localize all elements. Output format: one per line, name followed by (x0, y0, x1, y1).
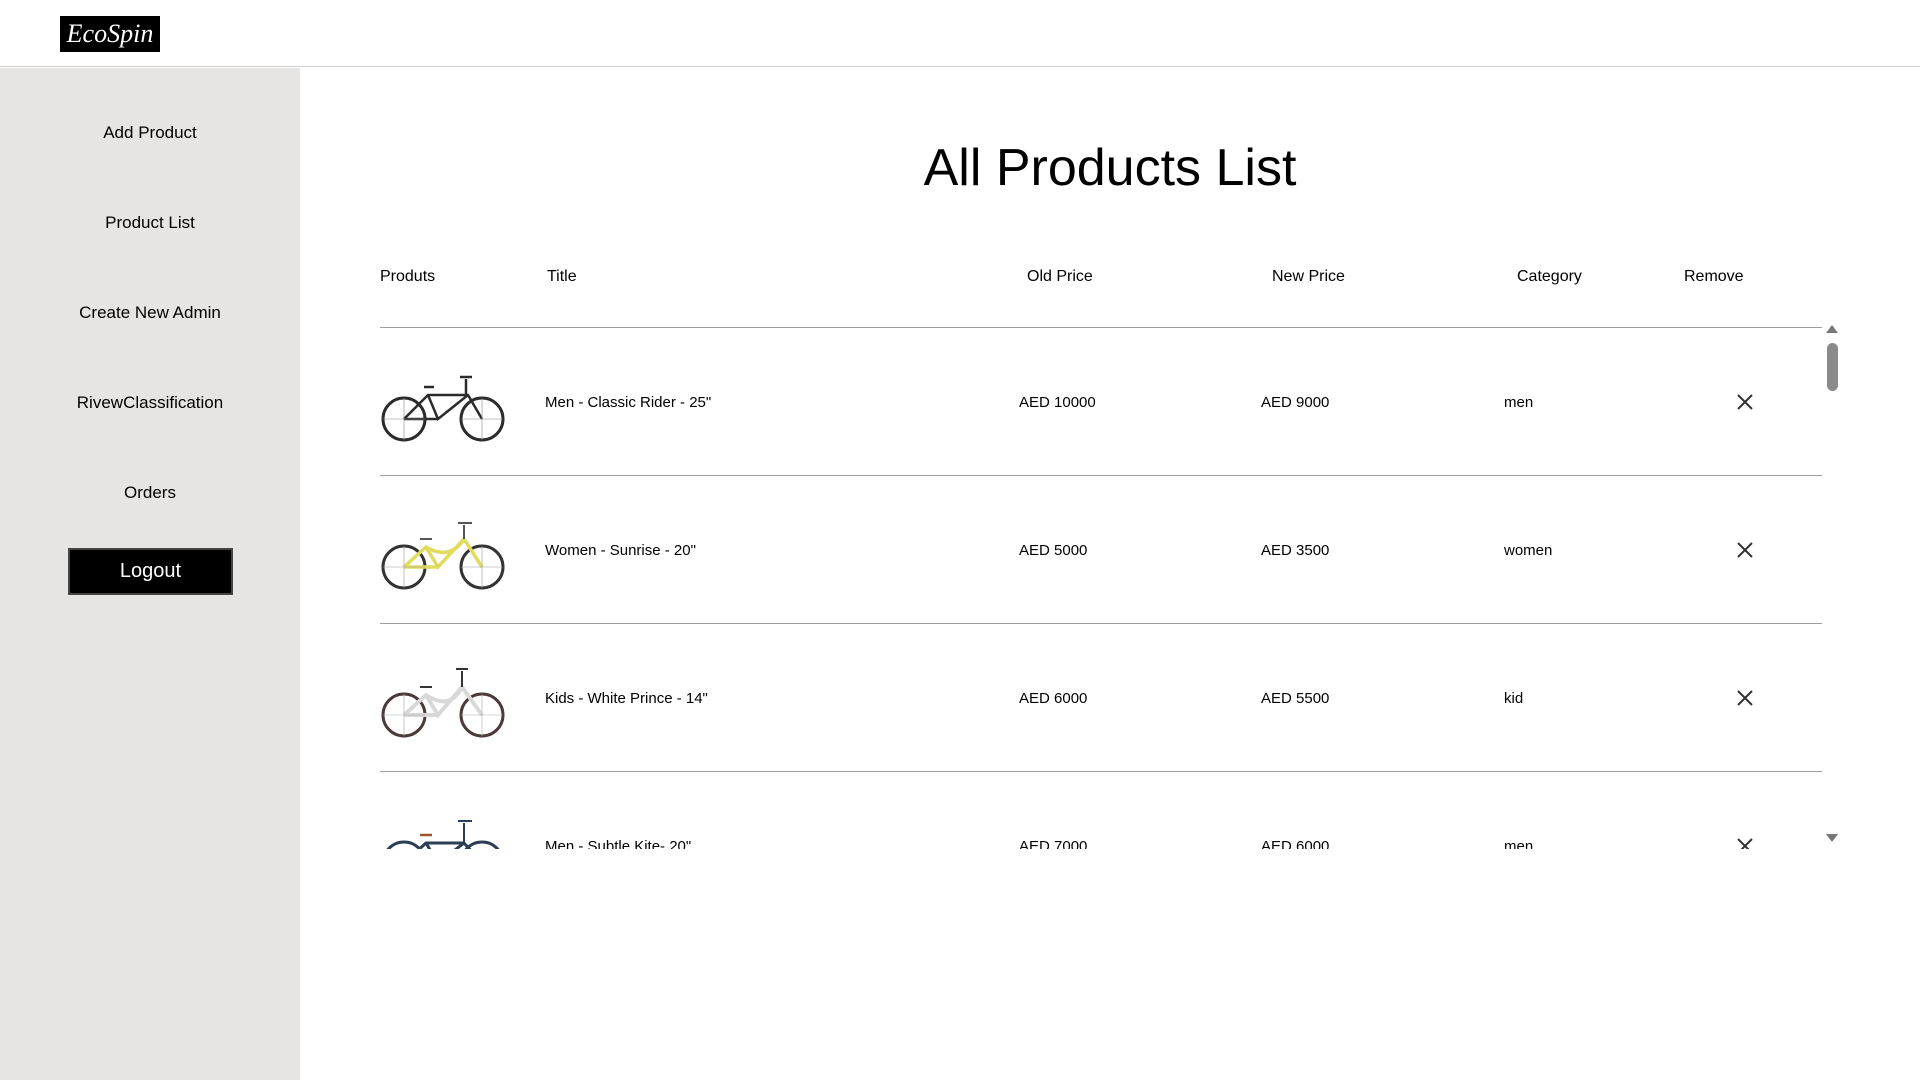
product-image (381, 522, 505, 590)
sidebar-item-review-classification[interactable]: RivewClassification (0, 393, 300, 413)
table-row: Kids - White Prince - 14" AED 6000 AED 5… (380, 623, 1822, 771)
product-title: Women - Sunrise - 20" (545, 542, 696, 559)
sidebar-item-create-new-admin[interactable]: Create New Admin (0, 303, 300, 323)
column-header-title: Title (547, 268, 577, 285)
new-price: AED 9000 (1261, 394, 1330, 411)
close-icon[interactable] (1733, 390, 1757, 414)
table-row: Men - Classic Rider - 25" AED 10000 AED … (380, 327, 1822, 475)
logout-button[interactable]: Logout (68, 548, 233, 595)
column-header-new-price: New Price (1272, 268, 1345, 285)
new-price: AED 3500 (1261, 542, 1330, 559)
sidebar-item-add-product[interactable]: Add Product (0, 123, 300, 143)
product-title: Men - Subtle Kite- 20" (545, 838, 692, 849)
column-header-remove: Remove (1684, 268, 1744, 285)
category: kid (1504, 690, 1524, 707)
column-header-products: Produts (380, 268, 436, 285)
product-title: Kids - White Prince - 14" (545, 690, 708, 707)
sidebar-item-product-list[interactable]: Product List (0, 213, 300, 233)
arrow-down-icon[interactable] (1826, 834, 1838, 842)
product-image (386, 820, 500, 849)
sidebar: Add Product Product List Create New Admi… (0, 68, 300, 1080)
table-row: Men - Subtle Kite- 20" AED 7000 AED 6000… (380, 771, 1822, 849)
close-icon[interactable] (1733, 834, 1757, 849)
new-price: AED 5500 (1261, 690, 1330, 707)
page-title: All Products List (923, 139, 1297, 197)
close-icon[interactable] (1733, 686, 1757, 710)
close-icon[interactable] (1733, 538, 1757, 562)
old-price: AED 6000 (1019, 690, 1088, 707)
column-header-category: Category (1517, 268, 1582, 285)
product-title: Men - Classic Rider - 25" (545, 394, 712, 411)
category: women (1504, 542, 1553, 559)
top-bar: EcoSpin (0, 0, 1920, 67)
new-price: AED 6000 (1261, 838, 1330, 849)
product-image (381, 375, 505, 442)
product-image (381, 668, 505, 738)
arrow-up-icon[interactable] (1826, 325, 1838, 333)
brand-logo[interactable]: EcoSpin (60, 16, 160, 52)
category: men (1504, 394, 1534, 411)
sidebar-item-orders[interactable]: Orders (0, 483, 300, 503)
old-price: AED 5000 (1019, 542, 1088, 559)
product-table: Men - Classic Rider - 25" AED 10000 AED … (380, 327, 1840, 849)
category: men (1504, 838, 1534, 849)
scrollbar-thumb[interactable] (1827, 343, 1838, 391)
old-price: AED 7000 (1019, 838, 1088, 849)
old-price: AED 10000 (1019, 394, 1096, 411)
column-header-old-price: Old Price (1027, 268, 1093, 285)
table-row: Women - Sunrise - 20" AED 5000 AED 3500 … (380, 475, 1822, 623)
